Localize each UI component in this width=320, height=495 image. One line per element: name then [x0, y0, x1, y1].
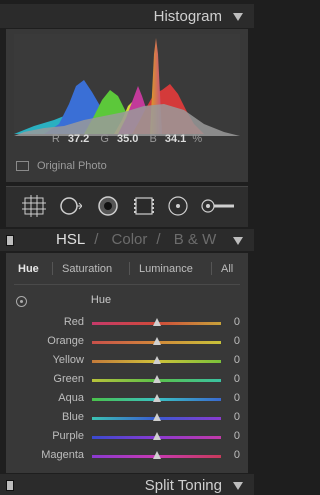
- tab-color[interactable]: Color: [112, 231, 148, 248]
- slider-thumb[interactable]: [152, 432, 161, 440]
- slider-thumb[interactable]: [152, 394, 161, 402]
- g-value: 35.0: [116, 133, 139, 145]
- subtab-hue[interactable]: Hue: [18, 263, 39, 275]
- hsl-panel: Hue Saturation Luminance All Hue Red 0 Ora…: [6, 253, 248, 473]
- subtab-all[interactable]: All: [221, 263, 233, 275]
- b-value: 34.1: [164, 133, 187, 145]
- rgb-readout: R 37.2 G 35.0 B 34.1 %: [6, 133, 248, 145]
- slider-value[interactable]: 0: [224, 354, 240, 366]
- tab-bw[interactable]: B & W: [174, 231, 217, 248]
- slider-label: Orange: [47, 335, 84, 347]
- slider-label: Yellow: [52, 354, 84, 366]
- slider-label: Green: [53, 373, 84, 385]
- percent-unit: %: [192, 133, 203, 145]
- tool-strip: [6, 186, 248, 227]
- slider-row-orange: Orange 0: [6, 334, 248, 352]
- collapse-arrow-icon[interactable]: [233, 482, 243, 490]
- slider-row-magenta: Magenta 0: [6, 448, 248, 466]
- slider-row-yellow: Yellow 0: [6, 353, 248, 371]
- slider-thumb[interactable]: [152, 337, 161, 345]
- tab-hsl[interactable]: HSL: [56, 231, 85, 248]
- crop-icon[interactable]: [58, 195, 82, 217]
- collapse-arrow-icon[interactable]: [233, 237, 243, 245]
- slider-value[interactable]: 0: [224, 316, 240, 328]
- slider-label: Aqua: [58, 392, 84, 404]
- split-toning-title: Split Toning: [144, 477, 222, 494]
- hsl-subtabs: Hue Saturation Luminance All: [6, 259, 248, 279]
- r-value: 37.2: [67, 133, 90, 145]
- graduated-filter-icon[interactable]: [132, 195, 156, 217]
- original-photo-label: Original Photo: [37, 160, 107, 172]
- g-label: G: [100, 133, 109, 145]
- slider-value[interactable]: 0: [224, 411, 240, 423]
- panel-toggle-icon[interactable]: [6, 480, 14, 491]
- grid-overlay-icon[interactable]: [22, 195, 46, 217]
- slider-thumb[interactable]: [152, 318, 161, 326]
- panel-toggle-icon[interactable]: [6, 235, 14, 246]
- slider-row-green: Green 0: [6, 372, 248, 390]
- hsl-tabs: HSL / Color / B & W: [56, 231, 217, 248]
- slider-thumb[interactable]: [152, 413, 161, 421]
- section-title: Hue: [90, 294, 112, 306]
- checkbox-icon[interactable]: [16, 161, 29, 172]
- adjustment-brush-icon[interactable]: [200, 195, 236, 217]
- r-label: R: [51, 133, 60, 145]
- subtab-saturation[interactable]: Saturation: [62, 263, 112, 275]
- slider-row-red: Red 0: [6, 315, 248, 333]
- b-label: B: [149, 133, 157, 145]
- histogram-title: Histogram: [153, 8, 222, 25]
- slider-value[interactable]: 0: [224, 430, 240, 442]
- hsl-header[interactable]: HSL / Color / B & W: [0, 229, 254, 251]
- slider-value[interactable]: 0: [224, 373, 240, 385]
- spot-removal-icon[interactable]: [96, 195, 120, 217]
- slider-thumb[interactable]: [152, 356, 161, 364]
- slider-row-purple: Purple 0: [6, 429, 248, 447]
- slider-value[interactable]: 0: [224, 392, 240, 404]
- original-photo-toggle[interactable]: Original Photo: [16, 160, 107, 172]
- slider-row-blue: Blue 0: [6, 410, 248, 428]
- slider-label: Magenta: [41, 449, 84, 461]
- histogram-panel: R 37.2 G 35.0 B 34.1 % Original Photo: [6, 29, 248, 182]
- radial-filter-icon[interactable]: [166, 195, 190, 217]
- slider-value[interactable]: 0: [224, 335, 240, 347]
- slider-label: Red: [63, 316, 84, 328]
- collapse-arrow-icon[interactable]: [233, 13, 243, 21]
- slider-label: Purple: [52, 430, 84, 442]
- slider-thumb[interactable]: [152, 375, 161, 383]
- slider-value[interactable]: 0: [224, 449, 240, 461]
- subtab-luminance[interactable]: Luminance: [139, 263, 193, 275]
- histogram-graph[interactable]: [14, 34, 240, 136]
- slider-label: Blue: [61, 411, 84, 423]
- histogram-header[interactable]: Histogram: [0, 4, 254, 28]
- slider-row-aqua: Aqua 0: [6, 391, 248, 409]
- slider-thumb[interactable]: [152, 451, 161, 459]
- split-toning-header[interactable]: Split Toning: [0, 474, 254, 495]
